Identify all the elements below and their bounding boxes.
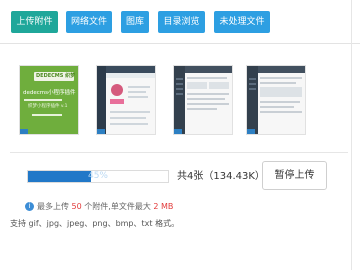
- tab-directory-browse[interactable]: 目录浏览: [158, 11, 205, 33]
- sidebar-line: [249, 83, 256, 85]
- text-line: [260, 101, 300, 103]
- tab-upload-attachment[interactable]: 上传附件: [11, 11, 58, 33]
- thumbnail-subheader: [106, 73, 155, 78]
- divider: [10, 152, 348, 153]
- tab-gallery[interactable]: 图库: [121, 11, 149, 33]
- text-line: [24, 99, 62, 101]
- limits-prefix: 最多上传: [37, 202, 72, 211]
- tab-unprocessed-files[interactable]: 未处理文件: [214, 11, 270, 33]
- info-icon: i: [25, 202, 34, 211]
- progress-percent: 45%: [87, 171, 108, 181]
- sidebar-line: [249, 88, 256, 90]
- upload-thumbnail-2[interactable]: [96, 65, 156, 135]
- text-line: [110, 123, 148, 125]
- logo-banner: DEDECMS 织梦: [34, 72, 76, 81]
- text-line: [187, 103, 229, 105]
- sidebar-line: [176, 83, 183, 85]
- text-line: [187, 93, 229, 95]
- tab-network-file[interactable]: 网络文件: [66, 11, 112, 33]
- sidebar-line: [176, 78, 183, 80]
- text-line: [128, 96, 148, 98]
- upload-progress-bar: 45%: [27, 170, 169, 183]
- sidebar-line: [176, 93, 183, 95]
- divider: [0, 43, 360, 44]
- thumbnail-sidebar: [97, 66, 106, 134]
- text-line: [110, 111, 150, 113]
- brand-text: DEDECMS 织梦: [36, 73, 76, 79]
- max-size-value: 2 MB: [153, 202, 174, 211]
- text-line: [128, 86, 150, 88]
- text-line: [32, 114, 62, 116]
- text-line: [187, 98, 225, 100]
- thumbnail-corner-marker: [247, 129, 255, 134]
- sidebar-line: [176, 88, 183, 90]
- thumbnail-header: [106, 66, 155, 73]
- text-line: [187, 108, 217, 110]
- thumbnail-title: dedecms小程序插件: [23, 90, 76, 96]
- sidebar-line: [249, 78, 256, 80]
- scrollbar-edge: [351, 0, 352, 270]
- upload-count-summary: 共4张（134.43K）: [177, 171, 265, 182]
- text-line: [260, 77, 302, 79]
- upload-limits-info: i 最多上传 50 个附件,单文件最大 2 MB: [25, 202, 173, 212]
- max-files-value: 50: [71, 202, 82, 211]
- text-line: [260, 82, 296, 84]
- content-block: [260, 87, 302, 97]
- thumbnail-corner-marker: [97, 129, 105, 134]
- text-line: [260, 106, 294, 108]
- thumbnail-subtitle: 织梦小程序插件 v.1: [28, 104, 68, 109]
- supported-formats-text: 支持 gif、jpg、jpeg、png、bmp、txt 格式。: [10, 219, 180, 228]
- limits-middle: 个附件,单文件最大: [81, 202, 154, 211]
- thumbnail-sidebar: [247, 66, 258, 134]
- thumbnail-corner-marker: [174, 129, 182, 134]
- thumbnail-header: [185, 66, 232, 73]
- upload-toolbar: 上传附件 网络文件 图库 目录浏览 未处理文件: [0, 0, 360, 43]
- thumbnail-sidebar: [174, 66, 185, 134]
- content-block: [187, 82, 207, 89]
- badge: [110, 99, 124, 104]
- upload-thumbnail-1[interactable]: DEDECMS 织梦 dedecms小程序插件 织梦小程序插件 v.1: [19, 65, 79, 135]
- avatar: [111, 84, 123, 96]
- content-block: [209, 82, 229, 89]
- text-line: [260, 111, 302, 113]
- thumbnail-header: [258, 66, 305, 73]
- thumbnail-corner-marker: [20, 129, 28, 134]
- pause-upload-button[interactable]: 暂停上传: [262, 161, 327, 190]
- upload-thumbnail-3[interactable]: [173, 65, 233, 135]
- text-line: [187, 77, 227, 79]
- text-line: [110, 117, 146, 119]
- text-line: [128, 91, 146, 93]
- upload-thumbnail-4[interactable]: [246, 65, 306, 135]
